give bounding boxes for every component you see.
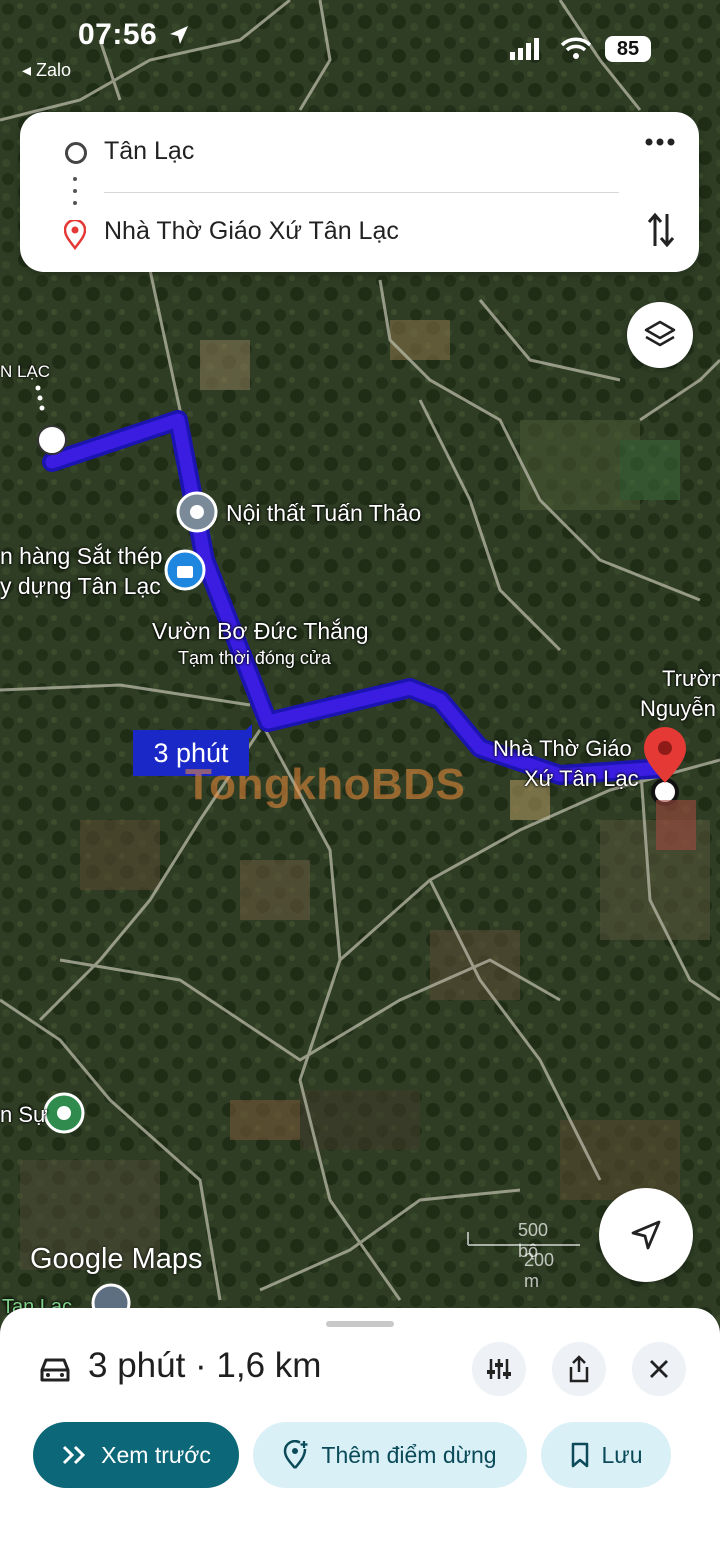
- location-arrow-icon: [170, 26, 188, 44]
- more-options-icon[interactable]: [645, 138, 675, 146]
- map-label: Trườn: [662, 666, 720, 691]
- origin-field[interactable]: Tân Lạc: [104, 137, 194, 166]
- route-dots-icon: [73, 177, 77, 213]
- car-icon: [40, 1358, 70, 1382]
- close-icon: [650, 1360, 668, 1378]
- add-stop-label: Thêm điểm dừng: [321, 1441, 497, 1468]
- recenter-button[interactable]: [599, 1188, 693, 1282]
- wifi-icon: [560, 37, 592, 59]
- destination-label-line2[interactable]: Xứ Tân Lạc: [524, 766, 639, 792]
- directions-bottom-sheet: 3 phút · 1,6 km Xem trước Thêm điểm dừng: [0, 1308, 720, 1560]
- status-bar: 07:56 ◂ Zalo 85: [0, 0, 720, 90]
- back-to-app-link[interactable]: ◂ Zalo: [22, 60, 71, 81]
- double-chevron-icon: [63, 1445, 86, 1465]
- destination-field[interactable]: Nhà Thờ Giáo Xứ Tân Lạc: [104, 217, 399, 246]
- add-stop-pin-icon: [284, 1440, 308, 1469]
- poi-label-steel-line1[interactable]: n hàng Sắt thép: [0, 543, 162, 570]
- divider: [104, 192, 619, 193]
- add-stop-button[interactable]: Thêm điểm dừng: [253, 1422, 527, 1488]
- map-label: Nguyễn: [640, 696, 716, 721]
- save-label: Lưu: [601, 1441, 643, 1468]
- poi-label-furniture[interactable]: Nội thất Tuấn Thảo: [226, 500, 421, 527]
- share-icon: [569, 1355, 589, 1383]
- status-time: 07:56: [78, 18, 158, 51]
- route-card: Tân Lạc Nhà Thờ Giáo Xứ Tân Lạc: [20, 112, 699, 272]
- cellular-signal-icon: [510, 38, 539, 60]
- share-button[interactable]: [552, 1342, 606, 1396]
- google-maps-attribution: Google Maps: [30, 1243, 203, 1275]
- navigation-arrow-icon: [631, 1220, 661, 1250]
- trip-summary: 3 phút · 1,6 km: [88, 1346, 322, 1385]
- save-button[interactable]: Lưu: [541, 1422, 671, 1488]
- destination-pin-icon: [64, 220, 86, 250]
- sliders-icon: [487, 1359, 511, 1379]
- swap-direction-icon[interactable]: [647, 212, 675, 248]
- origin-circle-icon: [65, 142, 87, 164]
- layers-icon: [644, 320, 676, 347]
- poi-status-closed: Tạm thời đóng cửa: [178, 648, 331, 668]
- drag-handle[interactable]: [326, 1321, 394, 1327]
- preview-button[interactable]: Xem trước: [33, 1422, 239, 1488]
- poi-label-steel-line2[interactable]: y dựng Tân Lạc: [0, 573, 161, 600]
- route-options-button[interactable]: [472, 1342, 526, 1396]
- close-button[interactable]: [632, 1342, 686, 1396]
- destination-label-line1[interactable]: Nhà Thờ Giáo: [493, 736, 632, 762]
- map-label: N LẠC: [0, 362, 51, 381]
- bookmark-icon: [571, 1442, 588, 1468]
- watermark: TongkhoBDS: [185, 760, 466, 809]
- scale-bottom: 200 m: [524, 1250, 555, 1291]
- map-label: n Sự: [0, 1102, 48, 1127]
- poi-label-avocado[interactable]: Vườn Bơ Đức Thắng: [152, 618, 369, 645]
- battery-indicator: 85: [605, 36, 651, 62]
- map-layers-button[interactable]: [627, 302, 693, 368]
- preview-label: Xem trước: [101, 1441, 211, 1468]
